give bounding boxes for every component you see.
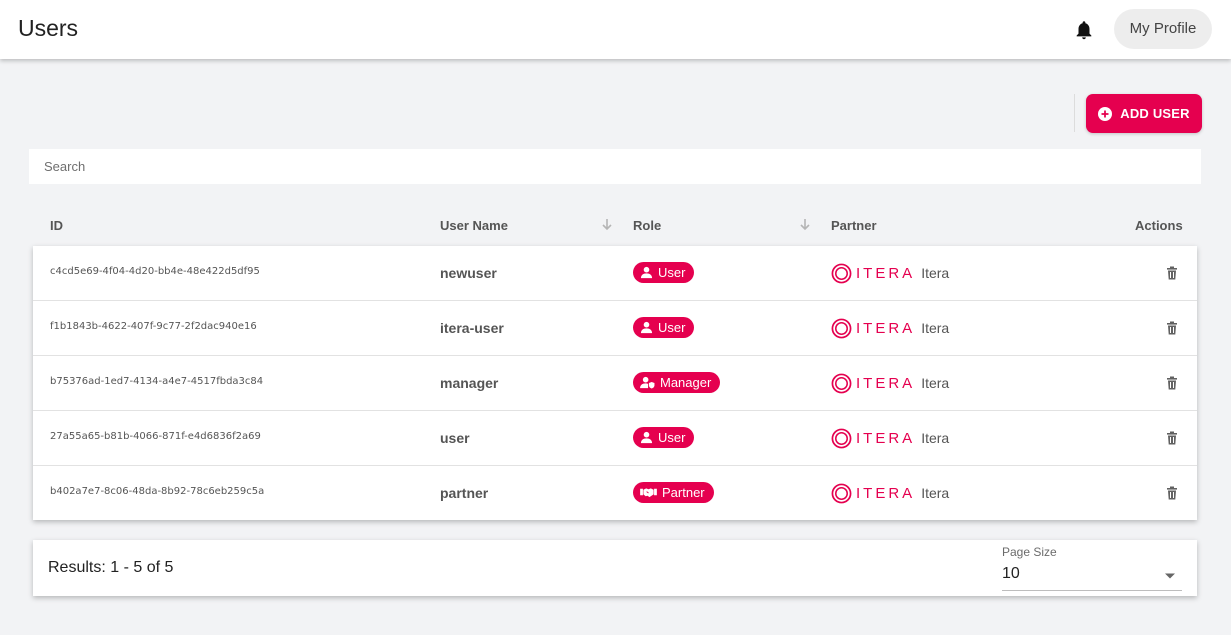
table-row[interactable]: b75376ad-1ed7-4134-a4e7-4517fbda3c84 man… <box>33 356 1197 411</box>
partner-cell: ITERA Itera <box>831 482 949 504</box>
user-id: b402a7e7-8c06-48da-8b92-78c6eb259c5a <box>50 486 265 497</box>
user-id: f1b1843b-4622-407f-9c77-2f2dac940e16 <box>50 321 257 332</box>
itera-logo-mark-icon <box>831 373 852 393</box>
user-name: manager <box>440 375 499 391</box>
results-count: Results: 1 - 5 of 5 <box>48 559 174 576</box>
partner-name: Itera <box>921 430 950 446</box>
delete-icon[interactable] <box>1165 486 1179 500</box>
bell-icon[interactable] <box>1073 19 1095 41</box>
partner-name: Itera <box>921 485 950 501</box>
pagination-footer: Results: 1 - 5 of 5 Page Size 10 <box>33 540 1197 596</box>
itera-logo: ITERA <box>831 373 915 394</box>
sort-role-icon[interactable] <box>798 218 812 232</box>
table-row[interactable]: 27a55a65-b81b-4066-871f-e4d6836f2a69 use… <box>33 411 1197 466</box>
add-user-label: ADD USER <box>1120 106 1190 121</box>
user-id: b75376ad-1ed7-4134-a4e7-4517fbda3c84 <box>50 376 264 387</box>
column-header-partner: Partner <box>831 218 877 233</box>
my-profile-button[interactable]: My Profile <box>1114 9 1212 49</box>
partner-name: Itera <box>921 320 950 336</box>
role-badge: User <box>633 262 695 283</box>
itera-logo-text: ITERA <box>856 264 916 282</box>
itera-logo: ITERA <box>831 318 915 339</box>
user-name: newuser <box>440 265 497 281</box>
user-icon <box>640 321 653 334</box>
page-size-label: Page Size <box>1002 545 1057 559</box>
page-size-select[interactable]: Page Size 10 <box>1002 545 1182 591</box>
delete-icon[interactable] <box>1165 376 1179 390</box>
user-icon <box>640 431 653 444</box>
role-badge: User <box>633 427 695 448</box>
itera-logo-text: ITERA <box>856 319 916 337</box>
role-label: User <box>658 265 686 280</box>
caret-down-icon <box>1165 573 1175 579</box>
search-input[interactable] <box>29 149 1201 184</box>
itera-logo-mark-icon <box>831 263 852 283</box>
partner-cell: ITERA Itera <box>831 372 949 394</box>
role-badge: Manager <box>633 372 721 393</box>
column-header-role[interactable]: Role <box>633 218 661 233</box>
page-title: Users <box>18 15 79 41</box>
itera-logo-mark-icon <box>831 428 852 448</box>
column-header-actions: Actions <box>1135 218 1183 233</box>
role-label: Partner <box>662 485 705 500</box>
partner-cell: ITERA Itera <box>831 317 949 339</box>
table-row[interactable]: f1b1843b-4622-407f-9c77-2f2dac940e16 ite… <box>33 301 1197 356</box>
itera-logo-text: ITERA <box>856 429 916 447</box>
add-user-button[interactable]: ADD USER <box>1086 94 1202 133</box>
itera-logo-mark-icon <box>831 318 852 338</box>
sort-user-name-icon[interactable] <box>600 218 614 232</box>
table-row[interactable]: b402a7e7-8c06-48da-8b92-78c6eb259c5a par… <box>33 466 1197 521</box>
page-size-value: 10 <box>1002 565 1020 582</box>
top-app-bar: Users My Profile <box>0 0 1231 59</box>
delete-icon[interactable] <box>1165 266 1179 280</box>
partner-name: Itera <box>921 265 950 281</box>
user-id: 27a55a65-b81b-4066-871f-e4d6836f2a69 <box>50 431 261 442</box>
users-table: c4cd5e69-4f04-4d20-bb4e-48e422d5df95 new… <box>33 246 1197 520</box>
user-name: itera-user <box>440 320 504 336</box>
user-id: c4cd5e69-4f04-4d20-bb4e-48e422d5df95 <box>50 266 260 277</box>
itera-logo-text: ITERA <box>856 374 916 392</box>
role-label: Manager <box>660 375 712 390</box>
user-shield-icon <box>640 376 655 389</box>
partner-cell: ITERA Itera <box>831 427 949 449</box>
toolbar-divider <box>1074 94 1075 132</box>
role-label: User <box>658 320 686 335</box>
plus-circle-icon <box>1098 106 1113 121</box>
role-label: User <box>658 430 686 445</box>
column-header-user-name[interactable]: User Name <box>440 218 508 233</box>
role-badge: Partner <box>633 482 714 503</box>
delete-icon[interactable] <box>1165 431 1179 445</box>
partner-name: Itera <box>921 375 950 391</box>
delete-icon[interactable] <box>1165 321 1179 335</box>
itera-logo-mark-icon <box>831 483 852 503</box>
itera-logo: ITERA <box>831 428 915 449</box>
user-icon <box>640 266 653 279</box>
partner-cell: ITERA Itera <box>831 262 949 284</box>
column-header-id: ID <box>50 218 63 233</box>
handshake-icon <box>640 488 657 498</box>
itera-logo-text: ITERA <box>856 484 916 502</box>
itera-logo: ITERA <box>831 263 915 284</box>
user-name: partner <box>440 485 489 501</box>
user-name: user <box>440 430 470 446</box>
itera-logo: ITERA <box>831 483 915 504</box>
role-badge: User <box>633 317 695 338</box>
table-row[interactable]: c4cd5e69-4f04-4d20-bb4e-48e422d5df95 new… <box>33 246 1197 301</box>
